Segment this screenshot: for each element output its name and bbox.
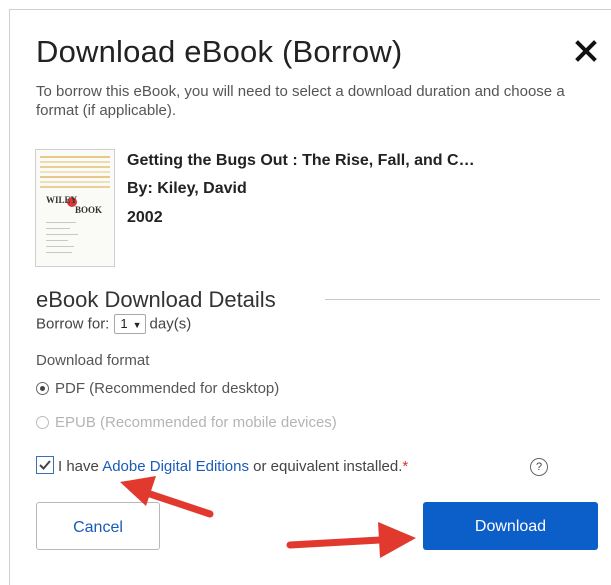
dialog-title: Download eBook (Borrow) [36,34,403,69]
required-mark: * [402,458,409,475]
acknowledge-prefix: I have [58,458,103,475]
section-heading: eBook Download Details [36,287,276,312]
book-title: Getting the Bugs Out : The Rise, Fall, a… [127,152,475,169]
cover-text-wiley: WILEY [46,195,78,205]
cover-text-book: BOOK [75,205,103,215]
dialog-intro: To borrow this eBook, you will need to s… [36,83,565,119]
book-author: By: Kiley, David [127,180,247,197]
format-option-epub[interactable]: EPUB (Recommended for mobile devices) [36,414,337,431]
chevron-down-icon: ▼ [132,320,142,330]
format-pdf-label: PDF (Recommended for desktop) [55,380,280,397]
close-icon [575,40,597,62]
radio-pdf[interactable] [36,381,49,395]
acknowledge-suffix: or equivalent installed. [248,458,403,475]
borrow-duration-value: 1 [120,316,128,331]
borrow-label: Borrow for: [36,315,110,333]
adobe-digital-editions-link[interactable]: Adobe Digital Editions [102,458,249,475]
cancel-button[interactable]: Cancel [36,502,160,550]
borrow-unit: day(s) [149,315,192,333]
borrow-duration-select[interactable]: 1 ▼ [114,314,146,334]
book-year: 2002 [127,209,163,226]
borrow-duration-row: Borrow for: 1 ▼ day(s) [36,314,191,334]
download-button[interactable]: Download [423,502,598,550]
acknowledge-row: I have Adobe Digital Editions or equival… [36,456,409,476]
book-cover: WILEY BOOK [35,149,115,267]
format-option-pdf[interactable]: PDF (Recommended for desktop) [36,380,279,397]
checkmark-icon [39,460,51,470]
section-divider [325,299,600,300]
format-epub-label: EPUB (Recommended for mobile devices) [55,414,337,431]
acknowledge-checkbox[interactable] [36,456,54,475]
format-label: Download format [36,352,150,369]
help-icon[interactable]: ? [530,458,548,476]
close-button[interactable] [571,36,601,66]
radio-epub[interactable] [36,415,49,429]
